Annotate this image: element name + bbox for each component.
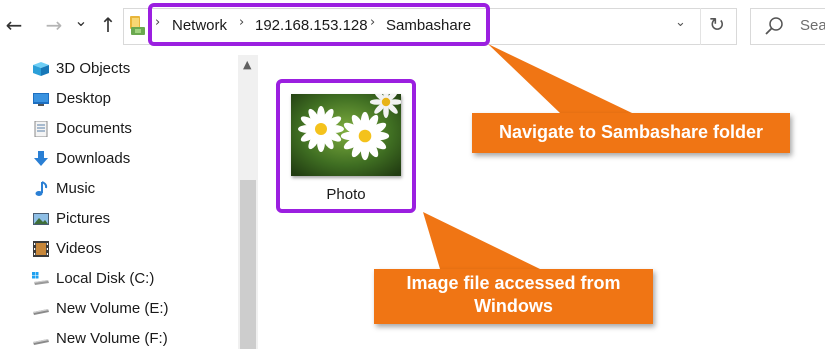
network-folder-icon [130,16,145,35]
sidebar-item-label: 3D Objects [56,60,131,77]
sidebar-item-new-volume-e[interactable]: New Volume (E:) [30,296,235,322]
up-arrow-icon[interactable]: ↑ [96,12,120,38]
documents-icon [34,121,48,137]
sidebar-item-label: Desktop [56,90,112,107]
videos-icon [33,241,49,257]
address-toolbar: ← → ⌄ ↑ › Network › 192.168.153.128 › Sa… [0,0,825,55]
sidebar-item-label: Documents [56,120,132,137]
sidebar-item-videos[interactable]: Videos [30,236,235,262]
local-disk-icon [32,272,49,285]
callout-1-text: Navigate to Sambashare folder [498,122,764,142]
sidebar-item-music[interactable]: Music [30,176,235,202]
sidebar-item-label: Downloads [56,150,131,167]
breadcrumb-highlight-frame [148,3,490,46]
sidebar-item-label: Videos [56,240,102,257]
sidebar-item-downloads[interactable]: Downloads [30,146,235,172]
sidebar-item-documents[interactable]: Documents [30,116,235,142]
sidebar-item-new-volume-f[interactable]: New Volume (F:) [30,326,235,349]
drive-icon [33,309,49,315]
callout-2-pointer [423,212,540,269]
refresh-icon[interactable]: ↻ [709,14,725,36]
search-icon [765,17,783,35]
pictures-icon [33,213,49,225]
sidebar-item-label: New Volume (E:) [56,300,169,317]
chevron-down-icon[interactable]: ⌄ [69,8,93,34]
file-highlight-frame [276,79,416,213]
back-arrow-icon[interactable]: ← [2,12,26,38]
scrollbar-thumb[interactable] [240,180,256,349]
sidebar-item-pictures[interactable]: Pictures [30,206,235,232]
scroll-up-icon[interactable]: ▲ [243,58,251,71]
callout-2-text-line2: Windows [474,296,553,316]
desktop-icon [33,93,49,106]
sidebar-item-desktop[interactable]: Desktop [30,86,235,112]
3d-objects-icon [33,62,49,76]
forward-arrow-icon[interactable]: → [42,12,66,38]
callout-image-accessed: Image file accessed from Windows [374,269,653,324]
callout-navigate-sambashare: Navigate to Sambashare folder [472,113,790,153]
sidebar-item-3d-objects[interactable]: 3D Objects [30,56,235,82]
search-input[interactable]: Search [800,17,825,34]
sidebar-item-label: Local Disk (C:) [56,270,155,287]
drive-icon [33,339,49,345]
sidebar-item-label: Music [56,180,96,197]
sidebar-item-label: New Volume (F:) [56,330,168,347]
address-history-dropdown-icon[interactable]: ⌄ [675,15,686,30]
music-icon [35,181,48,196]
downloads-icon [34,151,48,166]
navigation-pane: 3D Objects Desktop Documents Downloads M… [0,55,238,349]
sidebar-item-label: Pictures [56,210,111,227]
callout-2-text-line1: Image file accessed from [406,273,621,293]
sidebar-item-local-disk-c[interactable]: Local Disk (C:) [30,266,235,292]
